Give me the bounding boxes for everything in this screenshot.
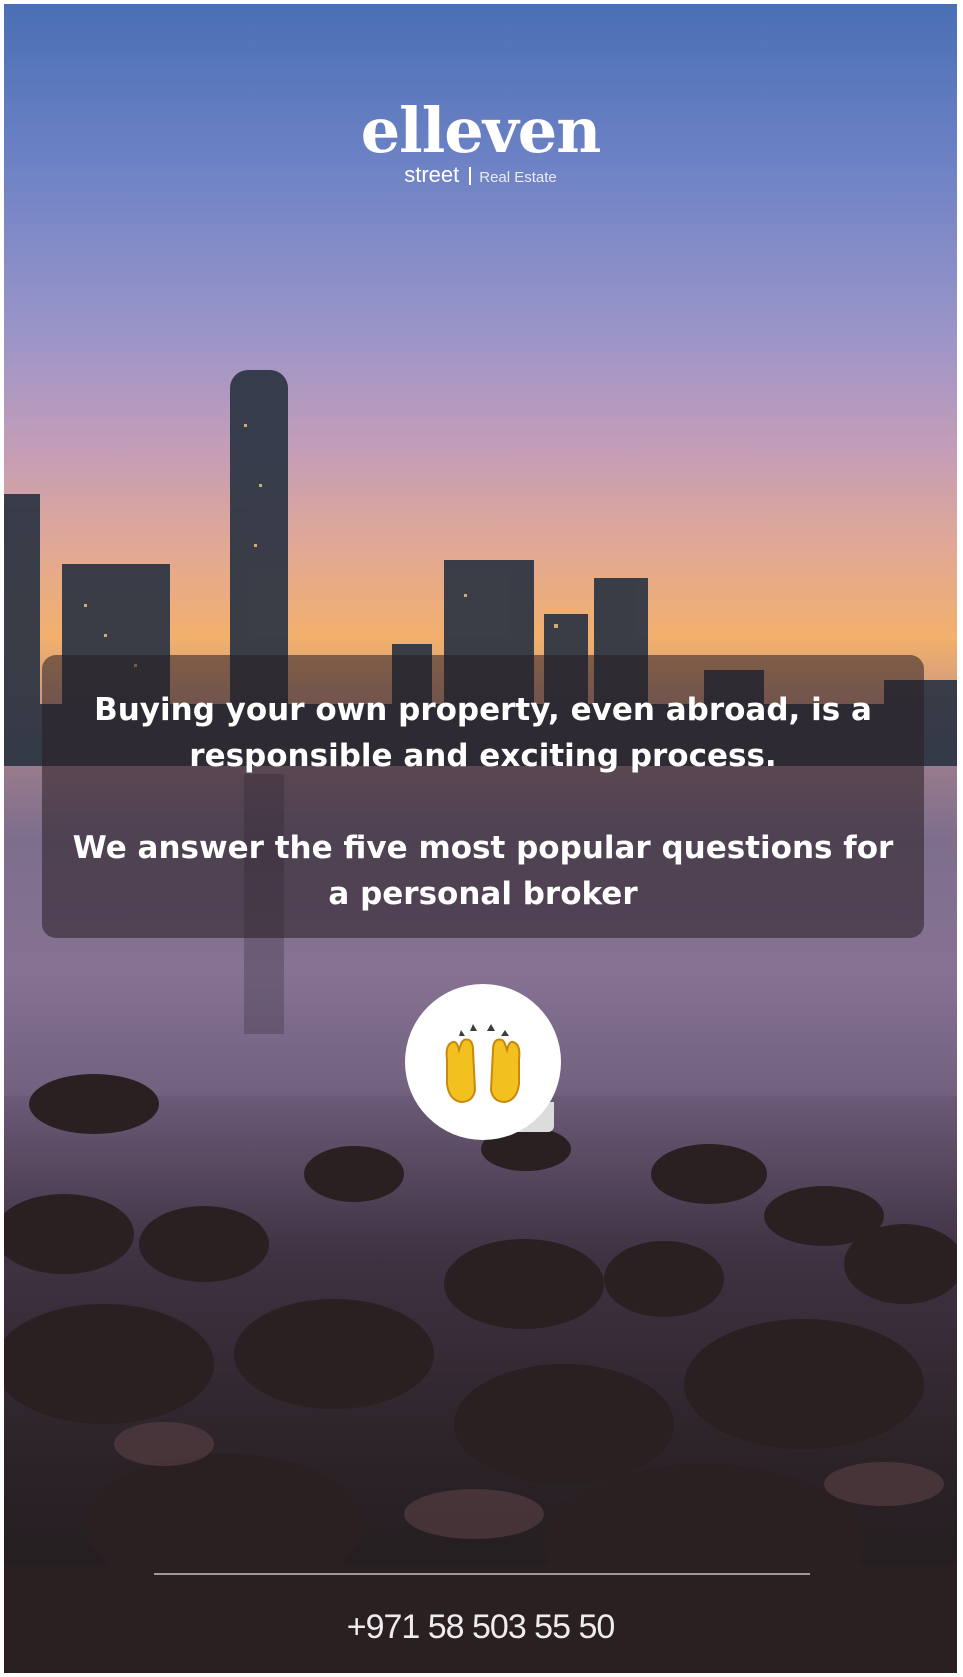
logo-wordmark: elleven [360,94,602,167]
phone-number[interactable]: +971 58 503 55 50 [4,1608,957,1647]
footer-divider [154,1573,810,1575]
logo-tag: Real Estate [479,169,557,186]
logo-subline: street Real Estate [4,162,957,191]
brand-logo: elleven street Real Estate [4,96,957,191]
raising-hands-icon [445,1024,521,1104]
story-frame: elleven street Real Estate Buying your ow… [4,4,957,1673]
card-text-secondary: We answer the five most popular question… [72,830,894,912]
emoji-sticker[interactable] [405,984,561,1140]
logo-divider [469,167,472,186]
card-text-primary: Buying your own property, even abroad, i… [94,692,872,774]
message-card: Buying your own property, even abroad, i… [42,655,924,938]
logo-sub-text: street [404,162,460,187]
